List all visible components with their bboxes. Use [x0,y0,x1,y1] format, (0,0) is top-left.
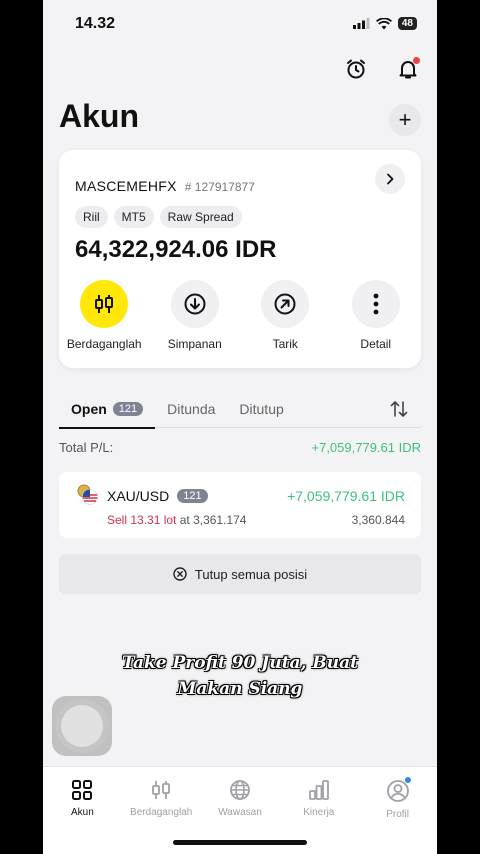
grid-icon [72,780,93,800]
tab-pending-label: Ditunda [167,400,216,417]
chevron-right-icon [387,173,394,185]
nav-item-profil[interactable]: Profil [358,767,437,854]
more-icon [373,293,379,315]
globe-icon [230,780,250,800]
alarm-button[interactable] [343,56,369,82]
total-pl-label: Total P/L: [59,440,114,455]
tab-pending[interactable]: Ditunda [155,390,227,428]
position-detail: Sell 13.31 lot at 3,361.174 [107,513,246,527]
status-time: 14.32 [75,15,116,32]
status-icons: 48 [352,17,417,30]
assistive-touch-button[interactable] [52,696,112,756]
nav-label-profil: Profil [386,809,409,820]
position-count-badge: 121 [177,489,208,503]
nav-item-akun[interactable]: Akun [43,767,122,854]
total-pl-row: Total P/L: +7,059,779.61 IDR [59,440,421,455]
position-open-price: at 3,361.174 [179,513,247,527]
trade-action-circle [80,280,129,328]
tab-open[interactable]: Open 121 [59,390,156,429]
trade-action-label: Berdaganglah [66,337,142,351]
nav-label-kinerja: Kinerja [303,807,335,818]
nav-label-berdaganglah: Berdaganglah [130,807,193,818]
candlestick-icon [95,295,114,313]
position-symbol-row: XAU/USD 121 [107,488,208,504]
position-pl: +7,059,779.61 IDR [287,488,405,504]
notification-button[interactable] [395,56,421,82]
tab-open-label: Open [71,400,107,417]
close-circle-icon [173,567,187,581]
position-side: Sell 13.31 lot [107,513,177,527]
notification-dot [413,57,420,64]
close-all-label: Tutup semua posisi [194,566,308,582]
withdraw-action-button[interactable]: Tarik [240,280,331,351]
profile-icon-wrap [386,777,411,803]
nav-label-akun: Akun [71,807,94,818]
trade-action-button[interactable]: Berdaganglah [59,280,150,351]
detail-action-label: Detail [360,337,392,351]
account-name: MASCEMEHFX [75,178,177,194]
phone-screen: 14.32 48 Akun + MASCEMEHFX # 127917877 R… [43,0,437,854]
tab-open-count: 121 [112,401,144,416]
detail-action-button[interactable]: Detail [331,280,422,351]
position-symbol: XAU/USD [107,488,170,504]
xau-usd-flag-icon [77,484,98,505]
home-indicator[interactable] [173,840,307,845]
sort-icon [390,401,408,417]
account-actions: Berdaganglah Simpanan Tarik Detail [59,280,421,351]
detail-action-circle [351,280,400,328]
account-number: # 127917877 [184,180,255,194]
video-caption: Take Profit 90 Juta, Buat Makan Siang [43,650,437,702]
bar-chart-icon [308,780,329,800]
profile-notification-dot [404,777,411,783]
position-current-price: 3,360.844 [351,513,405,527]
account-tag: MT5 [113,206,154,228]
page-title: Akun [59,98,139,134]
sort-button[interactable] [389,399,409,424]
tab-closed[interactable]: Ditutup [227,390,295,428]
withdraw-icon [274,293,296,315]
account-tag: Riil [75,206,108,228]
top-actions [343,56,421,82]
add-account-button[interactable]: + [389,104,421,136]
candlestick-icon [152,781,171,799]
caption-line-1: Take Profit 90 Juta, Buat [121,653,359,673]
wifi-icon [375,17,392,29]
battery-icon: 48 [397,17,417,30]
status-bar: 14.32 48 [43,0,437,50]
position-tabs: Open 121 Ditunda Ditutup [59,390,421,429]
deposit-icon [184,293,206,315]
deposit-action-circle [170,280,219,328]
withdraw-action-circle [261,280,310,328]
account-card: MASCEMEHFX # 127917877 Riil MT5 Raw Spre… [59,150,421,368]
position-row[interactable]: XAU/USD 121 +7,059,779.61 IDR Sell 13.31… [59,472,421,538]
account-tag: Raw Spread [159,206,242,228]
deposit-action-button[interactable]: Simpanan [150,280,241,351]
account-balance: 64,322,924.06 IDR [75,236,277,263]
account-name-row: MASCEMEHFX # 127917877 [75,178,255,194]
account-tags: Riil MT5 Raw Spread [75,206,242,228]
assistive-touch-inner [61,705,103,747]
account-details-button[interactable] [375,164,405,194]
tab-closed-label: Ditutup [239,400,284,417]
close-all-button[interactable]: Tutup semua posisi [59,554,421,594]
withdraw-action-label: Tarik [272,337,298,351]
nav-label-wawasan: Wawasan [218,807,262,818]
total-pl-value: +7,059,779.61 IDR [311,440,422,455]
deposit-action-label: Simpanan [167,337,222,351]
alarm-icon [347,59,365,79]
signal-icon [352,18,370,29]
